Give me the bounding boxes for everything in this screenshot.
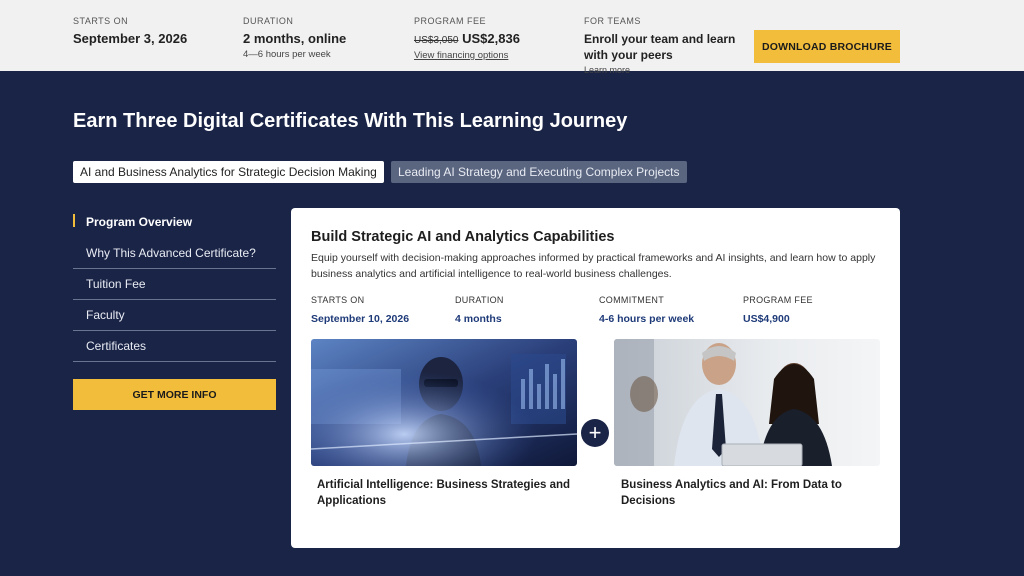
- stat-label: PROGRAM FEE: [743, 295, 813, 305]
- duration-hours: 4—6 hours per week: [243, 49, 331, 60]
- program-info-bar: STARTS ON September 3, 2026 DURATION 2 m…: [0, 0, 1024, 74]
- starts-on-label: STARTS ON: [73, 16, 129, 26]
- stat-commitment: COMMITMENT 4-6 hours per week: [599, 295, 694, 325]
- starts-on-value: September 3, 2026: [73, 31, 188, 46]
- duration-block: DURATION 2 months, online 4—6 hours per …: [243, 16, 346, 60]
- program-fee-label: PROGRAM FEE: [414, 16, 487, 26]
- program-fee-value: US$3,050 US$2,836: [414, 31, 520, 49]
- original-price: US$3,050: [414, 35, 459, 46]
- tab-ai-business-analytics[interactable]: AI and Business Analytics for Strategic …: [73, 161, 384, 183]
- download-brochure-button[interactable]: DOWNLOAD BROCHURE: [754, 30, 900, 63]
- course-title-analytics[interactable]: Business Analytics and AI: From Data to …: [621, 477, 881, 509]
- stat-label: COMMITMENT: [599, 295, 664, 305]
- starts-on-block: STARTS ON September 3, 2026: [73, 16, 187, 47]
- get-more-info-button[interactable]: GET MORE INFO: [73, 379, 276, 410]
- nav-item-program-overview[interactable]: Program Overview: [73, 207, 276, 238]
- nav-item-tuition-fee[interactable]: Tuition Fee: [73, 269, 276, 300]
- section-nav: Program Overview Why This Advanced Certi…: [73, 207, 276, 362]
- stat-label: STARTS ON: [311, 295, 365, 305]
- card-title: Build Strategic AI and Analytics Capabil…: [311, 229, 615, 245]
- stat-label: DURATION: [455, 295, 504, 305]
- nav-item-faculty[interactable]: Faculty: [73, 300, 276, 331]
- stat-value: 4 months: [455, 313, 502, 325]
- nav-item-certificates[interactable]: Certificates: [73, 331, 276, 362]
- stat-duration: DURATION 4 months: [455, 295, 504, 325]
- learn-more-link[interactable]: Learn more: [584, 65, 744, 74]
- course-image-business-analytics: [614, 339, 880, 466]
- program-overview-card: Build Strategic AI and Analytics Capabil…: [291, 208, 900, 548]
- card-description: Equip yourself with decision-making appr…: [311, 252, 876, 280]
- stat-starts-on: STARTS ON September 10, 2026: [311, 295, 409, 325]
- course-title-ai[interactable]: Artificial Intelligence: Business Strate…: [317, 477, 577, 509]
- for-teams-block: FOR TEAMS Enroll your team and learn wit…: [584, 16, 744, 74]
- for-teams-value: Enroll your team and learn with your pee…: [584, 32, 736, 62]
- stat-value: September 10, 2026: [311, 313, 410, 325]
- course-image-ai-strategy: [311, 339, 577, 466]
- discounted-price: US$2,836: [462, 31, 520, 46]
- person-at-screens-photo: [311, 339, 577, 466]
- plus-icon: +: [581, 419, 609, 447]
- tab-leading-ai-strategy[interactable]: Leading AI Strategy and Executing Comple…: [391, 161, 687, 183]
- colleagues-with-laptop-photo: [614, 339, 880, 466]
- stat-program-fee: PROGRAM FEE US$4,900: [743, 295, 813, 325]
- nav-item-why-certificate[interactable]: Why This Advanced Certificate?: [73, 238, 276, 269]
- program-fee-block: PROGRAM FEE US$3,050 US$2,836 View finan…: [414, 16, 520, 61]
- duration-value: 2 months, online: [243, 31, 347, 46]
- for-teams-label: FOR TEAMS: [584, 16, 641, 26]
- duration-label: DURATION: [243, 16, 294, 26]
- stat-value: 4-6 hours per week: [599, 313, 695, 325]
- financing-link[interactable]: View financing options: [414, 50, 520, 61]
- page-heading: Earn Three Digital Certificates With Thi…: [73, 110, 628, 132]
- stat-value: US$4,900: [743, 313, 790, 325]
